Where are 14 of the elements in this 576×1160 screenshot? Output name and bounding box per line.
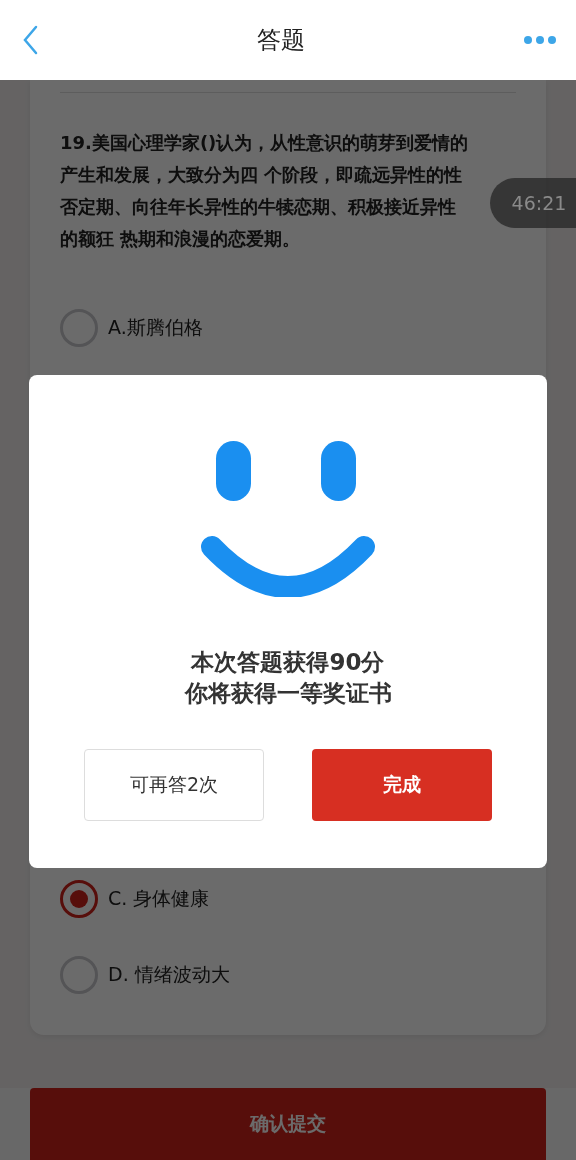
page-title: 答题 bbox=[257, 25, 305, 56]
done-button[interactable]: 完成 bbox=[312, 749, 492, 821]
question-text: 19.美国心理学家()认为，从性意识的萌芽到爱情的 产生和发展，大致分为四 个阶段，即疏远异性的性 否定期、向往年长异性的牛犊恋期、积极接近异性 的额狂 热期和浪漫的恋爱期。 bbox=[60, 131, 470, 251]
result-message: 本次答题获得90分 bbox=[191, 648, 385, 677]
answer-option[interactable]: D. 情绪波动大 bbox=[60, 956, 516, 994]
answer-option[interactable]: A.斯腾伯格 bbox=[60, 309, 516, 347]
submit-button[interactable]: 确认提交 bbox=[30, 1088, 546, 1160]
more-icon[interactable] bbox=[524, 35, 556, 45]
result-message: 你将获得一等奖证书 bbox=[184, 679, 392, 708]
retry-button[interactable]: 可再答2次 bbox=[84, 749, 264, 821]
answer-option[interactable]: C. 身体健康 bbox=[60, 880, 516, 918]
back-icon[interactable] bbox=[22, 25, 38, 55]
radio-button[interactable] bbox=[60, 880, 98, 918]
timer-badge: 46:21 bbox=[490, 178, 576, 228]
